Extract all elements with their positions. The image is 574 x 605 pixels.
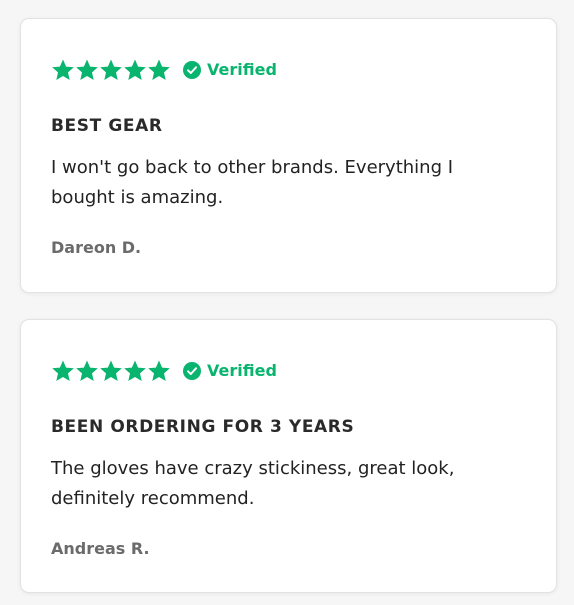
review-card: Verified BEST GEAR I won't go back to ot… [20,18,557,293]
rating-row: Verified [51,58,277,82]
star-icon [52,360,74,381]
verified-label: Verified [207,60,277,79]
review-body: The gloves have crazy stickiness, great … [51,458,455,509]
reviews-list: Verified BEST GEAR I won't go back to ot… [0,0,574,605]
check-circle-icon [183,362,201,380]
star-rating [51,58,171,82]
star-icon [124,360,146,381]
review-title: BEST GEAR [51,116,163,136]
review-title: BEEN ORDERING FOR 3 YEARS [51,417,355,437]
check-circle-icon [183,61,201,79]
star-icon [148,59,170,80]
star-icon [76,59,98,80]
star-rating [51,359,171,383]
verified-label: Verified [207,361,277,380]
star-icon [148,360,170,381]
star-icon [76,360,98,381]
rating-row: Verified [51,359,277,383]
star-icon [100,59,122,80]
review-author: Andreas R. [51,539,150,558]
review-author: Dareon D. [51,238,142,257]
review-card: Verified BEEN ORDERING FOR 3 YEARS The g… [20,319,557,593]
star-icon [124,59,146,80]
star-icon [100,360,122,381]
star-icon [52,59,74,80]
review-body: I won't go back to other brands. Everyth… [51,157,454,208]
